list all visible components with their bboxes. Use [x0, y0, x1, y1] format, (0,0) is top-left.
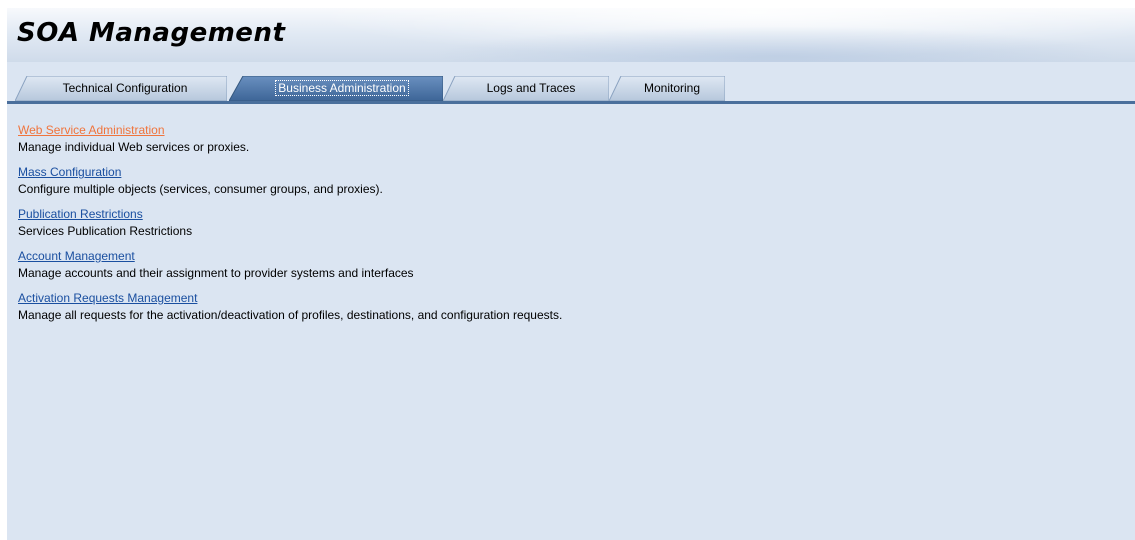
list-item: Mass Configuration Configure multiple ob…: [18, 164, 1118, 198]
tab-strip-underline: [7, 101, 1135, 104]
tab-label: Logs and Traces: [486, 81, 576, 95]
link-description: Manage individual Web services or proxie…: [18, 140, 250, 154]
tab-label: Business Administration: [275, 80, 409, 96]
link-description: Manage all requests for the activation/d…: [18, 308, 563, 322]
list-item: Account Management Manage accounts and t…: [18, 248, 1118, 282]
list-item: Activation Requests Management Manage al…: [18, 290, 1118, 324]
list-item: Publication Restrictions Services Public…: [18, 206, 1118, 240]
tab-label: Monitoring: [643, 81, 701, 95]
account-management-link[interactable]: Account Management: [18, 248, 135, 265]
admin-links-list: Web Service Administration Manage indivi…: [18, 122, 1118, 332]
tab-monitoring[interactable]: Monitoring: [609, 76, 725, 101]
tab-label: Technical Configuration: [62, 81, 188, 95]
activation-requests-management-link[interactable]: Activation Requests Management: [18, 290, 197, 307]
soa-management-frame: SOA Management Technical Configuration B…: [7, 8, 1135, 540]
tab-strip: Technical Configuration Business Adminis…: [7, 76, 1135, 101]
web-service-administration-link[interactable]: Web Service Administration: [18, 122, 165, 139]
tab-business-administration[interactable]: Business Administration: [229, 76, 443, 101]
link-description: Manage accounts and their assignment to …: [18, 266, 414, 280]
list-item: Web Service Administration Manage indivi…: [18, 122, 1118, 156]
mass-configuration-link[interactable]: Mass Configuration: [18, 164, 121, 181]
publication-restrictions-link[interactable]: Publication Restrictions: [18, 206, 143, 223]
page-title: SOA Management: [17, 18, 286, 48]
link-description: Services Publication Restrictions: [18, 224, 193, 238]
tab-technical-configuration[interactable]: Technical Configuration: [15, 76, 227, 101]
link-description: Configure multiple objects (services, co…: [18, 182, 383, 196]
page-header: SOA Management: [7, 8, 1135, 62]
tab-logs-and-traces[interactable]: Logs and Traces: [443, 76, 609, 101]
